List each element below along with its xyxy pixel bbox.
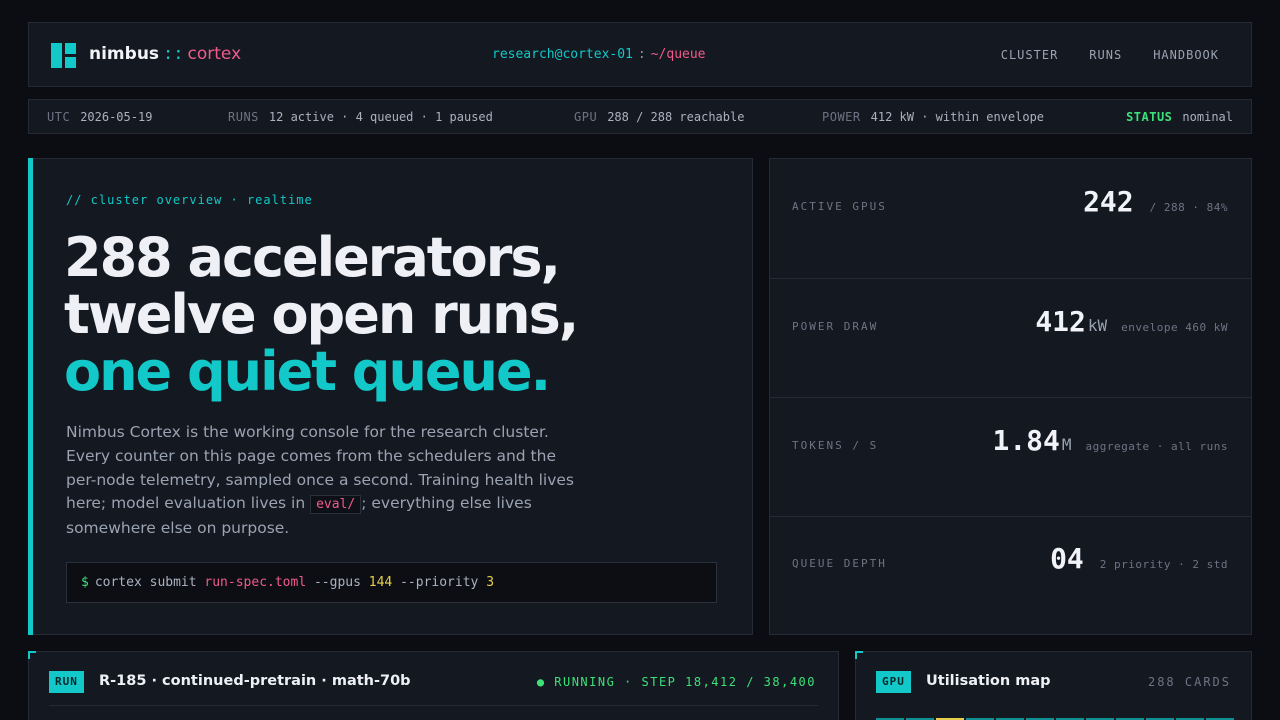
status-power: POWER 412 kW · within envelope xyxy=(822,110,1044,124)
metric-label: TOKENS / S xyxy=(792,439,879,452)
prompt-host: research@cortex-01 xyxy=(492,47,633,62)
run-divider xyxy=(49,705,818,706)
metric-value: 04 xyxy=(1050,542,1084,575)
status-system: STATUS nominal xyxy=(1126,110,1233,124)
brand-separator: :: xyxy=(163,44,184,64)
status-power-value: 412 kW · within envelope xyxy=(870,110,1045,124)
metric-readout: 04 2 priority · 2 std xyxy=(1050,542,1228,575)
command-priority-flag: --priority xyxy=(392,575,487,590)
headline-line-3: one quiet queue. xyxy=(64,340,551,403)
status-system-key: STATUS xyxy=(1126,110,1173,124)
command-gpus-flag: --gpus xyxy=(306,575,369,590)
status-runs-value: 12 active · 4 queued · 1 paused xyxy=(268,110,493,124)
status-gpu: GPU 288 / 288 reachable xyxy=(574,110,744,124)
metric-label: POWER DRAW xyxy=(792,320,879,333)
nav-cluster[interactable]: CLUSTER xyxy=(1001,48,1059,62)
prompt-separator: : xyxy=(637,47,646,62)
metric-label: ACTIVE GPUS xyxy=(792,200,887,213)
metric-power-draw: POWER DRAW 412 kW envelope 460 kW xyxy=(770,278,1251,397)
metric-tokens-per-second: TOKENS / S 1.84 Maggregate · all runs xyxy=(770,397,1251,516)
status-runs-key: RUNS xyxy=(228,110,259,124)
run-panel: RUN R-185 · continued-pretrain · math-70… xyxy=(28,651,839,720)
brand[interactable]: nimbus:: cortex xyxy=(89,44,241,64)
gpu-title: Utilisation map xyxy=(926,673,1051,689)
command-priority-value: 3 xyxy=(486,575,495,590)
status-system-value: nominal xyxy=(1182,110,1233,124)
panel-corner xyxy=(855,651,863,659)
status-gpu-value: 288 / 288 reachable xyxy=(607,110,745,124)
status-gpu-key: GPU xyxy=(574,110,598,124)
logo-icon[interactable] xyxy=(51,43,76,68)
status-strip: UTC 2026-05-19 RUNS 12 active · 4 queued ·… xyxy=(28,99,1252,134)
status-utc-key: UTC xyxy=(47,110,71,124)
metric-label: QUEUE DEPTH xyxy=(792,557,887,570)
command-base: cortex submit xyxy=(94,575,205,590)
metric-readout: 412 kW envelope 460 kW xyxy=(1035,305,1228,338)
metrics-panel: ACTIVE GPUS 242 / 288 · 84% POWER DRAW 41… xyxy=(769,158,1252,635)
metric-unit: M xyxy=(1061,435,1072,454)
metric-value: 242 xyxy=(1083,185,1134,218)
metric-unit: kW xyxy=(1087,316,1108,335)
run-title[interactable]: R-185 · continued-pretrain · math-70b xyxy=(99,673,411,689)
status-runs: RUNS 12 active · 4 queued · 1 paused xyxy=(228,110,493,124)
command-file: run-spec.toml xyxy=(204,575,307,590)
top-bar: nimbus:: cortex research@cortex-01: ~/queu… xyxy=(28,22,1252,87)
hero-headline: 288 accelerators, twelve open runs, one … xyxy=(64,226,579,403)
metric-active-gpus: ACTIVE GPUS 242 / 288 · 84% xyxy=(770,159,1251,278)
gpu-tag: GPU xyxy=(876,671,911,693)
hero-panel: // cluster overview · realtime 288 accel… xyxy=(28,158,753,635)
run-status: ● RUNNING · STEP 18,412 / 38,400 xyxy=(536,675,816,689)
brand-product: cortex xyxy=(187,44,242,64)
metric-value: 412 xyxy=(1035,305,1086,338)
shell-prompt: research@cortex-01: ~/queue xyxy=(492,47,706,62)
eval-path-code: eval/ xyxy=(310,495,362,515)
metric-queue-depth: QUEUE DEPTH 04 2 priority · 2 std xyxy=(770,516,1251,634)
prompt-path: ~/queue xyxy=(650,47,706,62)
hero-description: Nimbus Cortex is the working console for… xyxy=(66,421,586,541)
metric-note: / 288 · 84% xyxy=(1149,201,1228,214)
metric-note: 2 priority · 2 std xyxy=(1099,558,1228,571)
headline-line-2: twelve open runs, xyxy=(64,283,579,346)
gpu-panel: GPU Utilisation map 288 CARDS xyxy=(855,651,1252,720)
metric-value: 1.84 xyxy=(992,424,1060,457)
gpu-count: 288 CARDS xyxy=(1147,675,1231,689)
submit-command[interactable]: $ cortex submit run-spec.toml --gpus 144 … xyxy=(66,562,717,603)
metric-note: envelope 460 kW xyxy=(1121,321,1228,334)
status-utc-value: 2026-05-19 xyxy=(80,110,153,124)
headline-line-1: 288 accelerators, xyxy=(64,226,561,289)
status-utc: UTC 2026-05-19 xyxy=(47,110,152,124)
command-gpus-value: 144 xyxy=(368,575,393,590)
brand-name: nimbus xyxy=(89,44,160,64)
command-prompt: $ xyxy=(81,575,89,590)
status-power-key: POWER xyxy=(822,110,861,124)
nav-runs[interactable]: RUNS xyxy=(1089,48,1122,62)
metric-readout: 242 / 288 · 84% xyxy=(1083,185,1228,218)
hero-kicker: // cluster overview · realtime xyxy=(66,193,313,207)
nav-handbook[interactable]: HANDBOOK xyxy=(1153,48,1219,62)
hero-accent-bar xyxy=(28,158,33,635)
metric-note: aggregate · all runs xyxy=(1085,440,1228,453)
main-nav: CLUSTER RUNS HANDBOOK xyxy=(1001,48,1219,62)
run-tag: RUN xyxy=(49,671,84,693)
metric-readout: 1.84 Maggregate · all runs xyxy=(992,424,1228,457)
panel-corner xyxy=(28,651,36,659)
